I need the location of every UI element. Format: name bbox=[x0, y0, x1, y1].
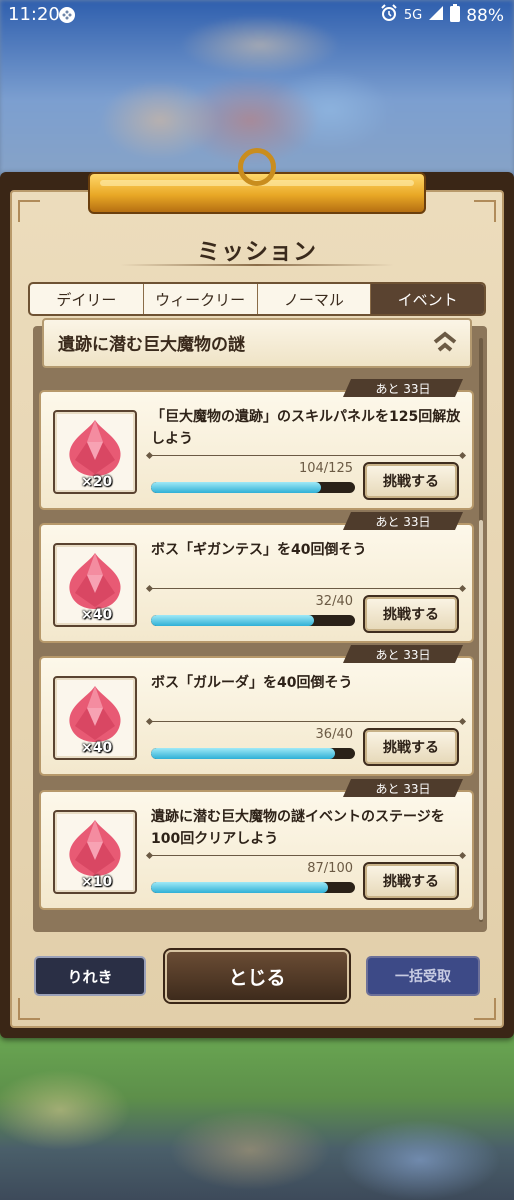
dialog-title: ミッション bbox=[197, 239, 317, 265]
tab-daily[interactable]: デイリー bbox=[30, 284, 144, 314]
deadline-badge: あと 33日 bbox=[343, 779, 463, 797]
mission-description: 「巨大魔物の遺跡」のスキルパネルを125回解放しよう bbox=[151, 409, 461, 447]
mission-card: あと 33日 ×20 「巨大魔物の遺跡」のスキルパネルを125回解放しよう 10… bbox=[39, 390, 474, 510]
progress-bar bbox=[151, 615, 355, 626]
mission-description: ボス「ギガンテス」を40回倒そう bbox=[151, 542, 367, 558]
gem-icon bbox=[69, 820, 121, 876]
tab-normal[interactable]: ノーマル bbox=[258, 284, 372, 314]
gem-icon bbox=[69, 686, 121, 742]
section-title: 遺跡に潜む巨大魔物の謎 bbox=[58, 335, 245, 355]
title-divider bbox=[120, 264, 394, 266]
status-bar: 11:20 5G 88% bbox=[0, 0, 514, 30]
progress-count: 36/40 bbox=[315, 727, 353, 742]
gem-icon bbox=[69, 420, 121, 476]
challenge-button[interactable]: 挑戦する bbox=[363, 462, 459, 500]
mission-card: あと 33日 ×40 ボス「ガルーダ」を40回倒そう 36/40 挑戦する bbox=[39, 656, 474, 776]
mission-description: ボス「ガルーダ」を40回倒そう bbox=[151, 675, 353, 691]
history-button[interactable]: りれき bbox=[34, 956, 146, 996]
scrollbar-thumb[interactable] bbox=[479, 520, 483, 920]
corner-ornament bbox=[18, 200, 40, 222]
event-section-header[interactable]: 遺跡に潜む巨大魔物の謎 bbox=[42, 318, 472, 368]
mission-tabs: デイリー ウィークリー ノーマル イベント bbox=[28, 282, 486, 316]
mission-divider bbox=[149, 721, 463, 722]
mission-card: あと 33日 ×10 遺跡に潜む巨大魔物の謎イベントのステージを100回クリアし… bbox=[39, 790, 474, 910]
bulk-receive-button[interactable]: 一括受取 bbox=[366, 956, 480, 996]
progress-fill bbox=[151, 482, 321, 493]
reward-quantity: ×40 bbox=[81, 740, 113, 756]
corner-ornament bbox=[474, 998, 496, 1020]
status-time: 11:20 bbox=[8, 4, 60, 25]
chevron-up-double-icon[interactable] bbox=[432, 330, 458, 358]
tab-weekly[interactable]: ウィークリー bbox=[144, 284, 258, 314]
progress-count: 32/40 bbox=[315, 594, 353, 609]
reward-quantity: ×40 bbox=[81, 607, 113, 623]
mission-divider bbox=[149, 455, 463, 456]
progress-count: 104/125 bbox=[298, 461, 353, 476]
challenge-button[interactable]: 挑戦する bbox=[363, 862, 459, 900]
signal-icon bbox=[428, 5, 444, 26]
progress-fill bbox=[151, 748, 335, 759]
progress-fill bbox=[151, 615, 315, 626]
corner-ornament bbox=[18, 998, 40, 1020]
reward-item: ×40 bbox=[53, 543, 137, 627]
deadline-badge: あと 33日 bbox=[343, 379, 463, 397]
progress-bar bbox=[151, 882, 355, 893]
close-button[interactable]: とじる bbox=[165, 950, 349, 1002]
corner-ornament bbox=[474, 200, 496, 222]
reward-item: ×10 bbox=[53, 810, 137, 894]
mission-divider bbox=[149, 855, 463, 856]
reward-quantity: ×20 bbox=[81, 474, 113, 490]
progress-fill bbox=[151, 882, 329, 893]
deadline-badge: あと 33日 bbox=[343, 512, 463, 530]
progress-bar bbox=[151, 748, 355, 759]
battery-level: 88% bbox=[466, 5, 504, 26]
battery-icon bbox=[450, 4, 461, 27]
progress-count: 87/100 bbox=[307, 861, 353, 876]
deadline-badge: あと 33日 bbox=[343, 645, 463, 663]
reward-item: ×20 bbox=[53, 410, 137, 494]
game-background-bottom bbox=[0, 1030, 514, 1200]
mission-divider bbox=[149, 588, 463, 589]
network-type: 5G bbox=[403, 8, 423, 23]
ornament-ring bbox=[238, 148, 276, 186]
gem-icon bbox=[69, 553, 121, 609]
progress-bar bbox=[151, 482, 355, 493]
challenge-button[interactable]: 挑戦する bbox=[363, 728, 459, 766]
mission-card: あと 33日 ×40 ボス「ギガンテス」を40回倒そう 32/40 挑戦する bbox=[39, 523, 474, 643]
mission-description: 遺跡に潜む巨大魔物の謎イベントのステージを100回クリアしよう bbox=[151, 809, 445, 847]
reward-quantity: ×10 bbox=[81, 874, 113, 890]
tab-event[interactable]: イベント bbox=[371, 284, 484, 314]
challenge-button[interactable]: 挑戦する bbox=[363, 595, 459, 633]
game-controller-icon bbox=[58, 6, 76, 29]
reward-item: ×40 bbox=[53, 676, 137, 760]
alarm-icon bbox=[380, 4, 398, 27]
